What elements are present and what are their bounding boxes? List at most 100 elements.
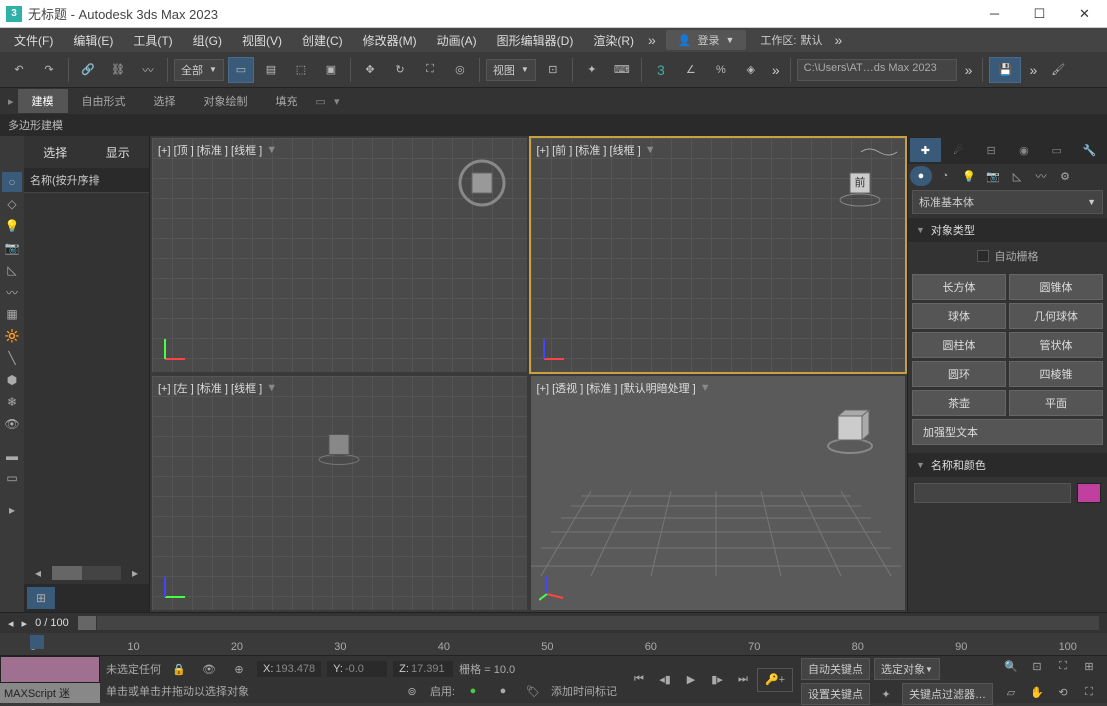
toolbar-overflow-3[interactable]: »: [1025, 62, 1041, 78]
pivot-button[interactable]: ⊡: [540, 57, 566, 83]
btn-sphere[interactable]: 球体: [912, 303, 1006, 329]
menu-graph-editor[interactable]: 图形编辑器(D): [487, 28, 584, 53]
tab-populate[interactable]: 填充: [262, 89, 312, 113]
tab-display[interactable]: ▭: [1041, 138, 1072, 162]
scrollbar-thumb[interactable]: [52, 566, 82, 580]
ribbon-toggle[interactable]: ▭: [316, 95, 326, 108]
maximize-viewport-button[interactable]: ⛶: [1077, 681, 1101, 705]
enable-dot-2[interactable]: ●: [491, 679, 515, 703]
menu-view[interactable]: 视图(V): [232, 28, 292, 53]
zoom-all-button[interactable]: ⊡: [1025, 655, 1049, 679]
time-tag-label[interactable]: 添加时间标记: [551, 683, 617, 699]
display-none-icon[interactable]: ▭: [2, 468, 22, 488]
workspace-selector[interactable]: 工作区: 默认: [752, 32, 830, 48]
time-ruler[interactable]: 0 10 20 30 40 50 60 70 80 90 100: [0, 633, 1107, 655]
pan-button[interactable]: ✋: [1025, 681, 1049, 705]
menu-render[interactable]: 渲染(R): [583, 28, 644, 53]
scene-explorer-list[interactable]: [24, 193, 149, 562]
select-name-button[interactable]: ▤: [258, 57, 284, 83]
subtab-lights[interactable]: 💡: [958, 166, 980, 186]
scroll-right-icon[interactable]: ▸: [125, 563, 145, 583]
filter-frozen-icon[interactable]: ❄: [2, 392, 22, 412]
btn-pyramid[interactable]: 四棱锥: [1009, 361, 1103, 387]
next-frame-icon[interactable]: ▸: [22, 617, 28, 630]
tab-create[interactable]: ✚: [910, 138, 941, 162]
selection-lock-icon[interactable]: 🔒: [167, 657, 191, 681]
filter-xrefs-icon[interactable]: 🔆: [2, 326, 22, 346]
z-coord[interactable]: Z:17.391: [393, 661, 453, 677]
key-mode-icon[interactable]: ✦: [874, 682, 898, 706]
scene-explorer-header[interactable]: 名称(按升序排: [24, 168, 149, 193]
subtab-systems[interactable]: ⚙: [1054, 166, 1076, 186]
current-time-marker[interactable]: [30, 635, 44, 649]
filter-containers-icon[interactable]: ⬢: [2, 370, 22, 390]
rotate-button[interactable]: ↻: [387, 57, 413, 83]
save-button[interactable]: 💾: [989, 57, 1021, 83]
tab-object-paint[interactable]: 对象绘制: [190, 89, 262, 113]
subtab-cameras[interactable]: 📷: [982, 166, 1004, 186]
viewport-perspective[interactable]: [+] [透视 ] [标准 ] [默认明暗处理 ]▼: [531, 376, 906, 610]
absolute-icon[interactable]: ⊕: [227, 657, 251, 681]
scale-button[interactable]: ⛶: [417, 57, 443, 83]
login-button[interactable]: 👤 登录 ▼: [666, 30, 747, 50]
y-coord[interactable]: Y:-0.0: [327, 661, 387, 677]
redo-button[interactable]: ↷: [36, 57, 62, 83]
time-slider[interactable]: [77, 616, 1099, 630]
tab-hierarchy[interactable]: ⊟: [976, 138, 1007, 162]
goto-start-button[interactable]: ⏮: [627, 668, 651, 692]
minimize-button[interactable]: ─: [972, 0, 1017, 28]
tab-selection[interactable]: 选择: [140, 89, 190, 113]
shading-menu-icon[interactable]: ▼: [700, 382, 711, 394]
shading-menu-icon[interactable]: ▼: [645, 144, 656, 156]
snap-toggle[interactable]: 3: [648, 57, 674, 83]
key-selection-dropdown[interactable]: 选定对象▼: [874, 658, 940, 680]
bind-button[interactable]: 〰: [135, 57, 161, 83]
toolbar-overflow-1[interactable]: »: [768, 62, 784, 78]
subtab-helpers[interactable]: ◺: [1006, 166, 1028, 186]
filter-spacewarps-icon[interactable]: 〰: [2, 282, 22, 302]
menu-animation[interactable]: 动画(A): [427, 28, 487, 53]
btn-box[interactable]: 长方体: [912, 274, 1006, 300]
undo-button[interactable]: ↶: [6, 57, 32, 83]
tab-display[interactable]: 显示: [106, 144, 130, 161]
placement-button[interactable]: ◎: [447, 57, 473, 83]
brush-button[interactable]: 🖌: [1045, 57, 1071, 83]
menu-create[interactable]: 创建(C): [292, 28, 353, 53]
project-path[interactable]: C:\Users\AT…ds Max 2023: [797, 59, 957, 81]
btn-cone[interactable]: 圆锥体: [1009, 274, 1103, 300]
orbit-button[interactable]: ⟲: [1051, 681, 1075, 705]
ref-coord-system[interactable]: 视图 ▼: [486, 59, 536, 81]
x-coord[interactable]: X:193.478: [257, 661, 321, 677]
subtab-geometry[interactable]: ●: [910, 166, 932, 186]
selection-filter[interactable]: 全部 ▼: [174, 59, 224, 81]
unlink-button[interactable]: ⛓: [105, 57, 131, 83]
viewcube[interactable]: [314, 420, 364, 473]
prev-frame-icon[interactable]: ◂: [8, 617, 14, 630]
viewport-tools[interactable]: [859, 144, 899, 163]
workspace-overflow[interactable]: »: [830, 32, 846, 48]
menu-overflow[interactable]: »: [644, 32, 660, 48]
viewcube[interactable]: [825, 406, 875, 456]
viewport-label[interactable]: [+] [顶 ] [标准 ] [线框 ]▼: [158, 142, 277, 158]
object-color-swatch[interactable]: [1077, 483, 1101, 503]
filter-helpers-icon[interactable]: ◺: [2, 260, 22, 280]
display-all-icon[interactable]: ▬: [2, 446, 22, 466]
tab-modeling[interactable]: 建模: [18, 89, 68, 113]
menu-edit[interactable]: 编辑(E): [63, 28, 123, 53]
filter-groups-icon[interactable]: ▦: [2, 304, 22, 324]
category-dropdown[interactable]: 标准基本体 ▼: [912, 190, 1103, 214]
filter-shapes-icon[interactable]: ◇: [2, 194, 22, 214]
tab-motion[interactable]: ◉: [1008, 138, 1039, 162]
zoom-button[interactable]: 🔍: [999, 655, 1023, 679]
section-header-name-color[interactable]: ▼ 名称和颜色: [908, 453, 1107, 477]
btn-cylinder[interactable]: 圆柱体: [912, 332, 1006, 358]
scroll-left-icon[interactable]: ◂: [28, 563, 48, 583]
setkey-button[interactable]: 设置关键点: [801, 683, 870, 705]
viewport-front[interactable]: [+] [前 ] [标准 ] [线框 ]▼ 前: [531, 138, 906, 372]
menu-tools[interactable]: 工具(T): [123, 28, 182, 53]
viewcube[interactable]: 前: [835, 158, 885, 208]
btn-teapot[interactable]: 茶壶: [912, 390, 1006, 416]
section-header-object-type[interactable]: ▼ 对象类型: [908, 218, 1107, 242]
autogrid-checkbox[interactable]: [977, 250, 989, 262]
shading-menu-icon[interactable]: ▼: [266, 382, 277, 394]
